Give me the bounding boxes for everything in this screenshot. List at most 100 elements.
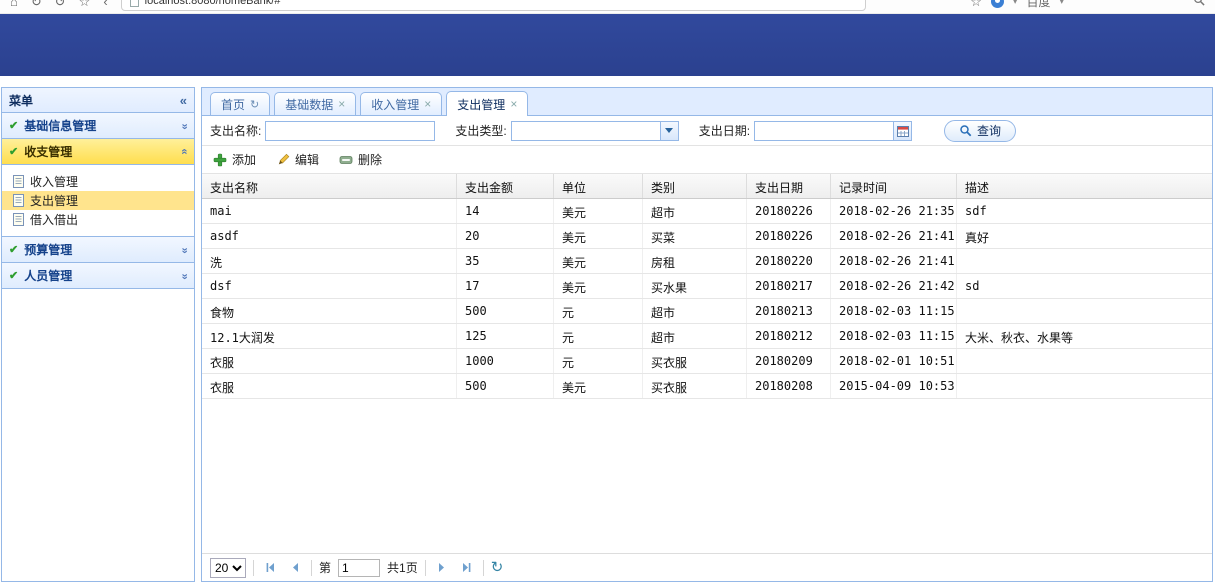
favorite-star-icon[interactable]: ☆ (970, 0, 982, 8)
table-cell (957, 349, 1212, 373)
expense-type-combobox[interactable] (511, 121, 679, 141)
table-cell: 20180212 (747, 324, 831, 348)
page-number-input[interactable] (338, 559, 380, 577)
table-row[interactable]: 食物500元超市201802132018-02-03 11:15:51 (202, 299, 1212, 324)
table-row[interactable]: asdf20美元买菜201802262018-02-26 21:41:01真好 (202, 224, 1212, 249)
close-icon[interactable]: × (338, 98, 345, 110)
table-cell: 1000 (457, 349, 554, 373)
close-icon[interactable]: × (510, 98, 517, 110)
column-header[interactable]: 记录时间 (831, 174, 957, 198)
table-cell: 500 (457, 374, 554, 398)
last-page-button[interactable] (458, 559, 476, 577)
next-page-button[interactable] (433, 559, 451, 577)
url-text[interactable]: localhost:8080/homeBank/# (145, 0, 281, 7)
collapse-sidebar-icon[interactable]: « (180, 93, 187, 108)
menu-item-label: 收入管理 (30, 173, 78, 190)
close-icon[interactable]: × (424, 98, 431, 110)
delete-button[interactable]: 删除 (336, 149, 385, 170)
table-cell: 14 (457, 199, 554, 223)
add-button[interactable]: 添加 (210, 149, 259, 170)
tab-label: 首页 (221, 96, 245, 113)
table-cell: 美元 (554, 199, 643, 223)
bookmark-star-icon[interactable]: ☆ (79, 0, 91, 8)
chevron-down-icon[interactable]: ▾ (1013, 0, 1018, 7)
table-cell: 12.1大润发 (202, 324, 457, 348)
table-cell: 20180213 (747, 299, 831, 323)
query-button-label: 查询 (977, 122, 1001, 139)
document-icon (13, 213, 24, 226)
calendar-icon[interactable] (893, 122, 911, 140)
user-avatar[interactable] (991, 0, 1004, 8)
chevron-down-icon[interactable]: ▾ (1059, 0, 1064, 7)
separator (253, 560, 254, 576)
panel-label: 收支管理 (24, 143, 72, 160)
chevron-down-icon[interactable]: » (178, 273, 190, 278)
address-bar[interactable]: localhost:8080/homeBank/# (121, 0, 866, 11)
tab-label: 支出管理 (457, 96, 505, 113)
history-icon[interactable]: ↺ (55, 0, 66, 8)
column-header[interactable]: 支出名称 (202, 174, 457, 198)
table-cell: 20 (457, 224, 554, 248)
table-row[interactable]: 12.1大润发125元超市201802122018-02-03 11:15:51… (202, 324, 1212, 349)
table-cell: 20180226 (747, 199, 831, 223)
sidebar-panel-finance[interactable]: ✔ 收支管理 » (2, 139, 194, 165)
check-icon: ✔ (9, 269, 18, 282)
first-page-button[interactable] (261, 559, 279, 577)
expense-name-input[interactable] (265, 121, 435, 141)
tab-home[interactable]: 首页 ↻ (210, 92, 270, 115)
page-size-select[interactable]: 20 (210, 558, 246, 578)
sidebar-panel-budget[interactable]: ✔ 预算管理 » (2, 237, 194, 263)
menu-item-label: 支出管理 (30, 192, 78, 209)
delete-button-label: 删除 (358, 151, 382, 168)
expense-date-datebox[interactable] (754, 121, 912, 141)
table-row[interactable]: 衣服500美元买衣服201802082015-04-09 10:53:32 (202, 374, 1212, 399)
table-cell: 买水果 (643, 274, 747, 298)
column-header[interactable]: 描述 (957, 174, 1212, 198)
table-row[interactable]: 衣服1000元买衣服201802092018-02-01 10:51:58 (202, 349, 1212, 374)
home-icon[interactable]: ⌂ (10, 0, 18, 8)
sidebar-panel-basic-info[interactable]: ✔ 基础信息管理 » (2, 113, 194, 139)
expense-date-input[interactable] (755, 122, 893, 140)
add-icon (213, 153, 227, 167)
document-icon (13, 175, 24, 188)
tab-basic-data[interactable]: 基础数据 × (274, 92, 356, 115)
table-cell: 超市 (643, 324, 747, 348)
table-cell: 125 (457, 324, 554, 348)
table-cell (957, 374, 1212, 398)
sidebar-item-borrow-lend[interactable]: 借入借出 (2, 210, 194, 229)
column-header[interactable]: 类别 (643, 174, 747, 198)
combo-dropdown-icon[interactable] (660, 122, 678, 140)
tab-income[interactable]: 收入管理 × (360, 92, 442, 115)
search-icon[interactable] (1193, 0, 1205, 8)
table-row[interactable]: dsf17美元买水果201802172018-02-26 21:42:13sd (202, 274, 1212, 299)
back-icon[interactable]: ‹ (103, 0, 107, 8)
table-cell: 真好 (957, 224, 1212, 248)
chevron-down-icon[interactable]: » (178, 123, 190, 128)
sidebar-item-income[interactable]: 收入管理 (2, 172, 194, 191)
refresh-icon[interactable]: ↻ (31, 0, 42, 8)
column-header[interactable]: 单位 (554, 174, 643, 198)
column-header[interactable]: 支出金额 (457, 174, 554, 198)
table-cell: 2018-02-03 11:15:51 (831, 324, 957, 348)
account-label[interactable]: 百度 (1026, 0, 1050, 10)
tab-expense[interactable]: 支出管理 × (446, 91, 528, 116)
edit-button[interactable]: 编辑 (273, 149, 322, 170)
delete-icon (339, 153, 353, 167)
expense-type-input[interactable] (512, 122, 660, 140)
sidebar-empty-area (2, 289, 194, 581)
reload-icon[interactable]: ↻ (491, 560, 504, 575)
sidebar-item-expense[interactable]: 支出管理 (2, 191, 194, 210)
sidebar-panel-personnel[interactable]: ✔ 人员管理 » (2, 263, 194, 289)
prev-page-button[interactable] (286, 559, 304, 577)
table-row[interactable]: 洗35美元房租201802202018-02-26 21:41:37 (202, 249, 1212, 274)
chevron-up-icon[interactable]: » (178, 149, 190, 154)
refresh-tab-icon[interactable]: ↻ (250, 98, 259, 111)
column-header[interactable]: 支出日期 (747, 174, 831, 198)
table-row[interactable]: mai14美元超市201802262018-02-26 21:35:36sdf (202, 199, 1212, 224)
query-button[interactable]: 查询 (944, 120, 1016, 142)
table-cell: 买衣服 (643, 349, 747, 373)
chevron-down-icon[interactable]: » (178, 247, 190, 252)
tab-label: 收入管理 (371, 96, 419, 113)
table-cell: sdf (957, 199, 1212, 223)
separator (483, 560, 484, 576)
